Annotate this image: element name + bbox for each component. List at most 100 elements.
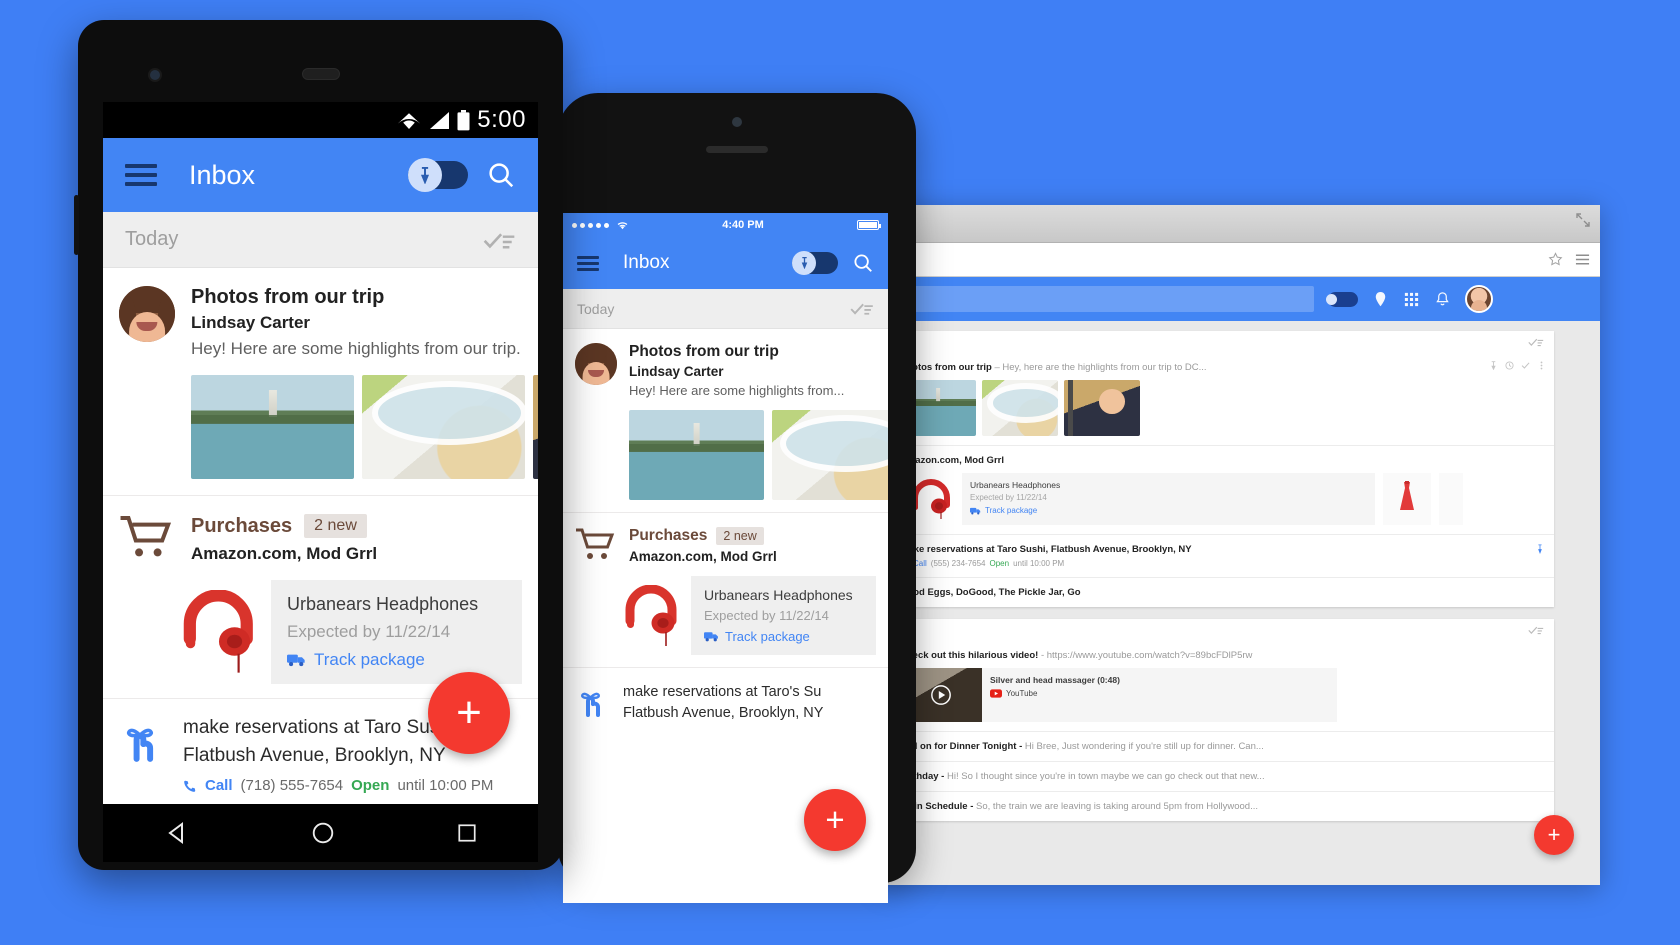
subject-text: Check out this hilarious video! <box>900 650 1039 661</box>
more-icon[interactable] <box>1537 361 1546 370</box>
phone-number: (555) 234-7654 <box>930 559 986 568</box>
earpiece-speaker <box>301 68 340 80</box>
open-status: Open <box>989 559 1010 568</box>
purchase-card[interactable]: Urbanears Headphones Expected by 11/22/1… <box>271 580 522 684</box>
inbox-appbar: Inbox <box>103 138 538 212</box>
sweep-done-icon[interactable] <box>483 230 516 250</box>
search-icon[interactable] <box>852 252 874 274</box>
hamburger-menu-icon[interactable] <box>125 164 157 186</box>
bundle-purchases[interactable]: Purchases 2 new Amazon.com, Mod Grrl Urb… <box>103 496 538 699</box>
table-row[interactable]: Train Schedule - So, the train we are le… <box>886 792 1554 821</box>
avatar[interactable] <box>119 286 175 342</box>
pin-icon[interactable] <box>1489 361 1498 370</box>
pin-toggle[interactable] <box>792 251 838 275</box>
compose-fab[interactable]: + <box>428 672 510 754</box>
snippet-text: - https://www.youtube.com/watch?v=89bcFD… <box>1040 650 1253 661</box>
call-line: Call (555) 234-7654 Open until 10:00 PM <box>900 559 1542 568</box>
pin-icon <box>420 166 430 184</box>
photo-thumbnail[interactable] <box>533 375 538 479</box>
cluster-sweep-bar <box>886 331 1554 353</box>
search-icon[interactable] <box>486 160 516 190</box>
play-icon[interactable] <box>930 684 952 706</box>
signal-dots-icon <box>572 220 629 231</box>
snippet-text: Hi! So I thought since you're in town ma… <box>946 771 1265 782</box>
track-package-link[interactable]: Track package <box>287 650 506 670</box>
url-input[interactable] <box>890 248 1538 271</box>
photo-thumbnail[interactable] <box>772 410 888 500</box>
bundle-photos[interactable]: Photos from our trip Lindsay Carter Hey!… <box>103 268 538 496</box>
table-row[interactable]: Amazon.com, Mod Grrl Urbanears Headphone… <box>886 446 1554 535</box>
snippet-text: Hi Bree, Just wondering if you're still … <box>1024 741 1264 752</box>
done-icon[interactable] <box>1521 361 1530 370</box>
compose-fab[interactable]: + <box>804 789 866 851</box>
table-row[interactable]: Check out this hilarious video! - https:… <box>886 641 1554 732</box>
track-package-link[interactable]: Track package <box>704 629 863 644</box>
bundle-senders: Amazon.com, Mod Grrl <box>191 544 378 563</box>
snippet-text: So, the train we are leaving is taking a… <box>976 801 1259 812</box>
sweep-done-icon[interactable] <box>850 301 874 316</box>
photo-thumbnail[interactable] <box>191 375 354 479</box>
recents-square-icon[interactable] <box>455 821 479 845</box>
web-search-input[interactable] <box>894 286 1314 312</box>
purchase-card[interactable]: Urbanears Headphones Expected by 11/22/1… <box>691 576 876 655</box>
reminder-icon[interactable] <box>1372 291 1389 308</box>
next-thumbnail[interactable] <box>1439 473 1464 525</box>
photo-strip <box>900 380 1542 436</box>
track-package-link[interactable]: Track package <box>970 506 1060 515</box>
star-icon[interactable] <box>1548 252 1563 267</box>
bundle-cluster: Photos from our trip – Hey, here are the… <box>886 331 1554 607</box>
omnibox-actions <box>1538 252 1590 267</box>
avatar[interactable] <box>575 343 617 385</box>
pin-icon[interactable] <box>1536 544 1544 554</box>
hamburger-menu-icon[interactable] <box>577 255 599 271</box>
bundle-title: Purchases <box>629 527 708 544</box>
product-details: Urbanears Headphones Expected by 11/22/1… <box>962 473 1068 525</box>
photo-thumbnail[interactable] <box>629 410 764 500</box>
video-card[interactable]: Silver and head massager (0:48) YouTube <box>900 668 1337 722</box>
row-subject: Photos from our trip – Hey, here are the… <box>900 362 1542 373</box>
photo-thumbnail[interactable] <box>1064 380 1140 436</box>
call-label[interactable]: Call <box>205 777 233 794</box>
photo-strip <box>629 410 888 500</box>
snooze-icon[interactable] <box>1505 361 1514 370</box>
browser-menu-icon[interactable] <box>1575 252 1590 267</box>
table-row[interactable]: Photos from our trip – Hey, here are the… <box>886 353 1554 446</box>
browser-inbox-list[interactable]: Photos from our trip – Hey, here are the… <box>880 321 1600 885</box>
product-image <box>615 584 691 647</box>
photo-thumbnail[interactable] <box>362 375 525 479</box>
table-row[interactable]: make reservations at Taro Sushi, Flatbus… <box>886 535 1554 578</box>
table-row[interactable]: Birthday - Hi! So I thought since you're… <box>886 762 1554 792</box>
earpiece-speaker <box>706 146 768 153</box>
avatar[interactable] <box>1465 285 1493 313</box>
notifications-bell-icon[interactable] <box>1434 291 1451 308</box>
wifi-icon <box>398 112 421 129</box>
expand-icon[interactable] <box>1576 213 1590 227</box>
product-eta: Expected by 11/22/14 <box>287 622 451 641</box>
purchase-card[interactable]: Urbanears Headphones Expected by 11/22/1… <box>900 473 1376 525</box>
compose-fab[interactable]: + <box>1534 815 1574 855</box>
bundle-photos[interactable]: Photos from our trip Lindsay Carter Hey!… <box>563 329 888 513</box>
reminder-row[interactable]: make reservations at Taro's Su Flatbush … <box>563 668 888 737</box>
product-image <box>171 590 271 674</box>
bundle-purchases[interactable]: Purchases 2 new Amazon.com, Mod Grrl Urb… <box>563 513 888 668</box>
home-circle-icon[interactable] <box>310 820 336 846</box>
row-actions <box>1489 361 1546 370</box>
row-subject: Amazon.com, Mod Grrl <box>900 455 1004 466</box>
apps-grid-icon[interactable] <box>1403 291 1420 308</box>
back-triangle-icon[interactable] <box>163 819 191 847</box>
sweep-done-icon[interactable] <box>1528 625 1544 635</box>
pin-toggle[interactable] <box>1326 291 1358 307</box>
bundle-cluster: Check out this hilarious video! - https:… <box>886 619 1554 821</box>
product-thumbnail[interactable] <box>1383 473 1432 525</box>
iphone-screen: 4:40 PM Inbox Today Photos from our trip… <box>563 213 888 903</box>
sweep-done-icon[interactable] <box>1528 337 1544 347</box>
pin-toggle[interactable] <box>408 158 468 192</box>
phone-icon <box>184 780 196 792</box>
table-row[interactable]: Good Eggs, DoGood, The Pickle Jar, Go <box>886 578 1554 607</box>
power-button[interactable] <box>74 195 79 255</box>
table-row[interactable]: Still on for Dinner Tonight - Hi Bree, J… <box>886 732 1554 762</box>
wifi-icon <box>617 221 628 229</box>
page-title: Inbox <box>623 252 670 273</box>
photo-thumbnail[interactable] <box>982 380 1058 436</box>
truck-icon <box>287 654 305 667</box>
